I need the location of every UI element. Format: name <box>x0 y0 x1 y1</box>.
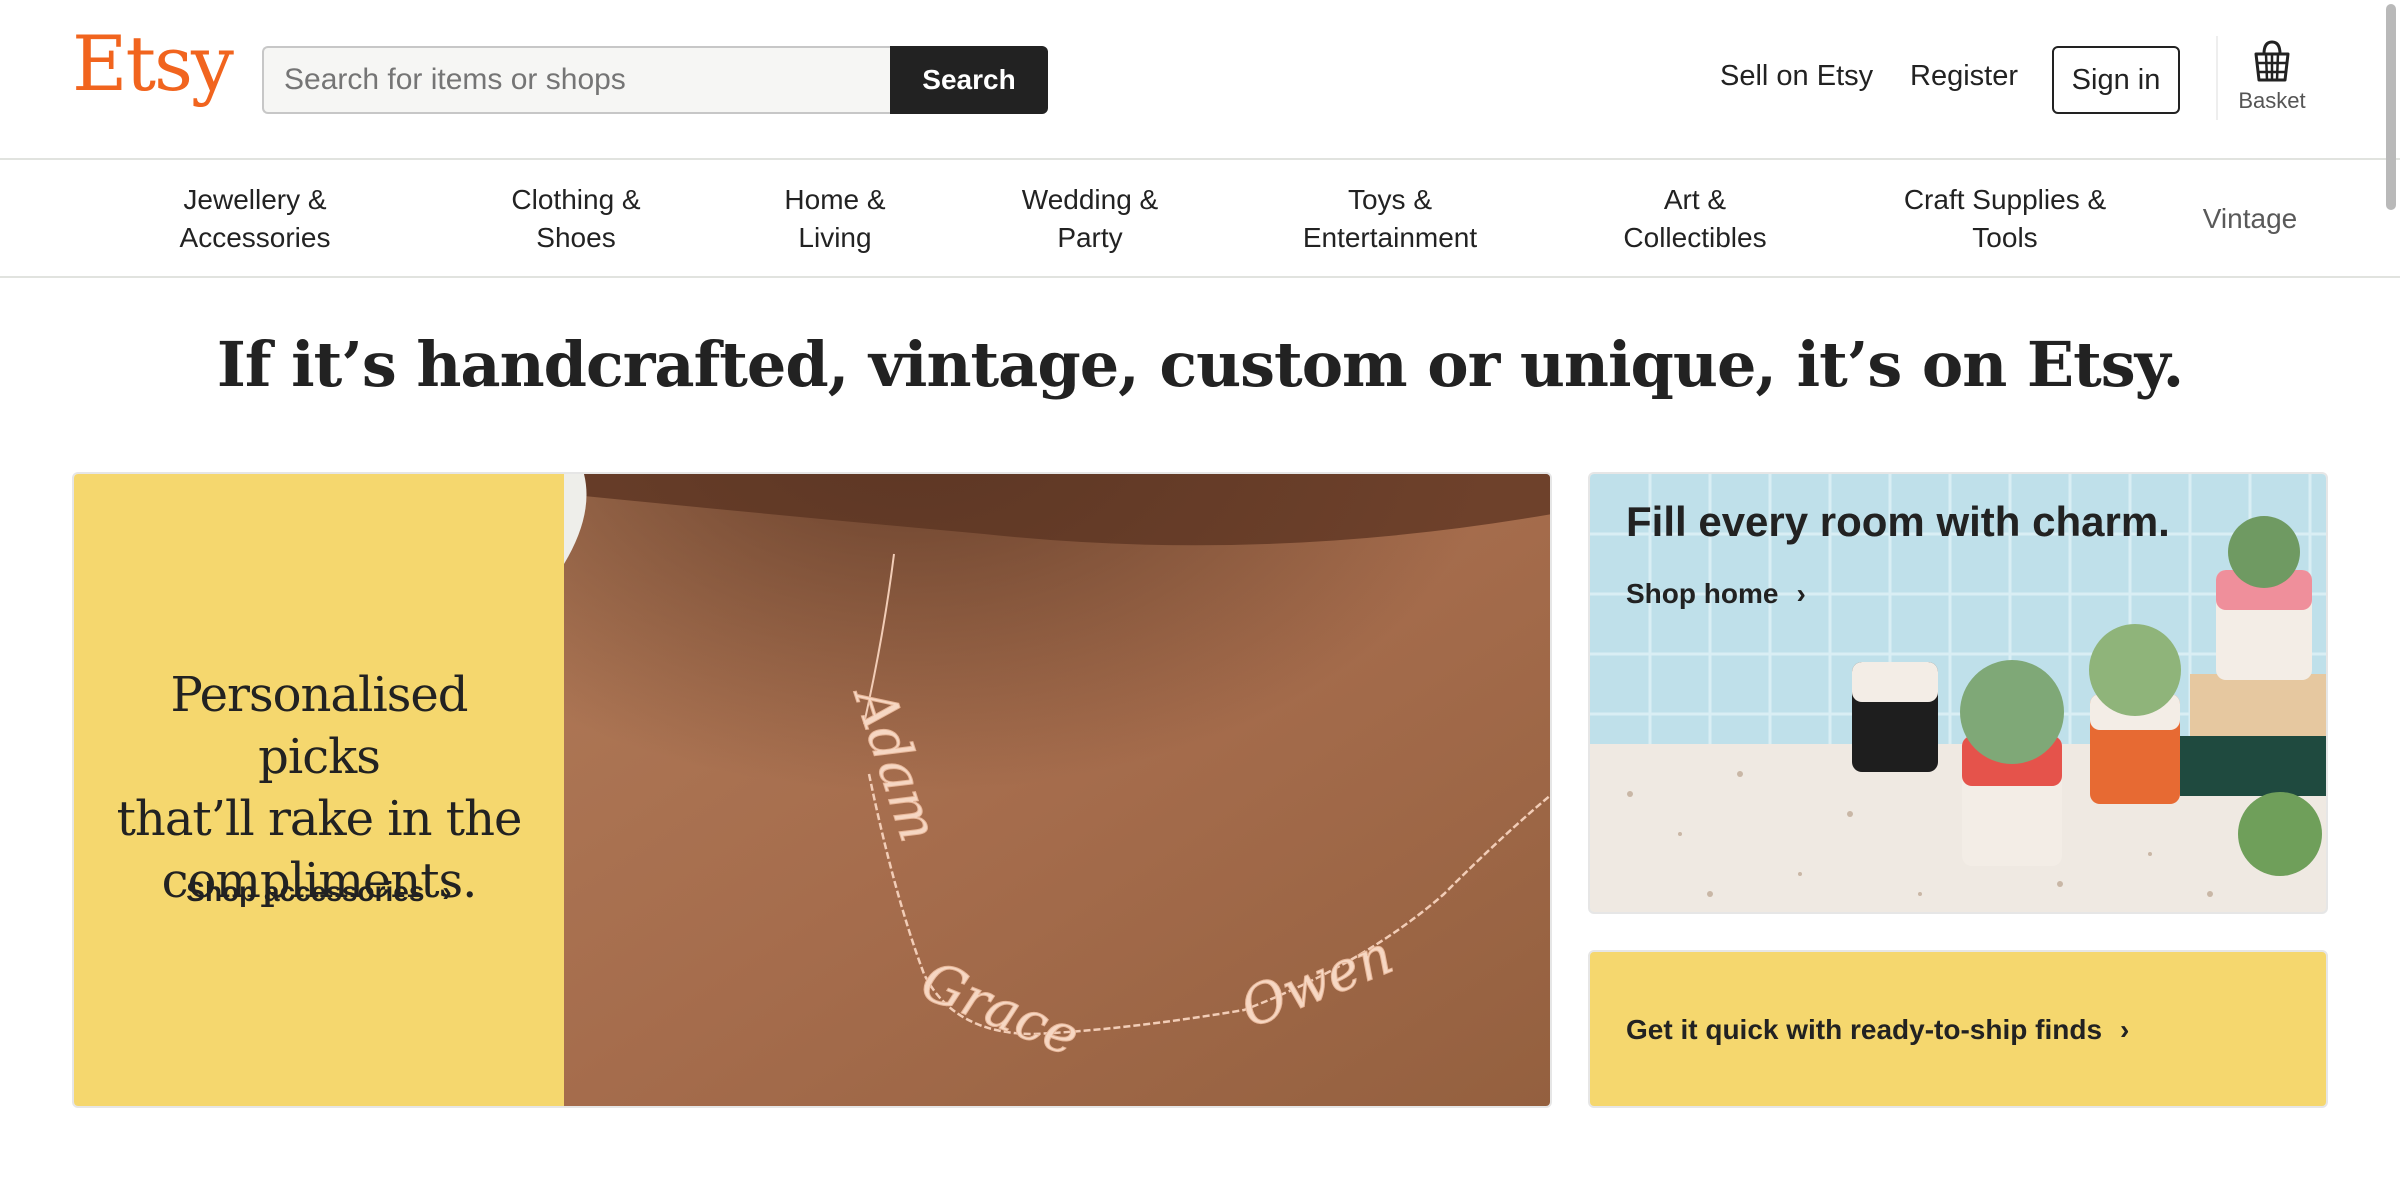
category-clothing-shoes[interactable]: Clothing & Shoes <box>476 160 676 278</box>
search-button[interactable]: Search <box>890 46 1048 114</box>
category-nav: Jewellery & Accessories Clothing & Shoes H… <box>0 160 2400 278</box>
category-jewellery-accessories[interactable]: Jewellery & Accessories <box>150 160 360 278</box>
promo-heading: Personalised picks that’ll rake in the c… <box>116 667 523 909</box>
accessories-promo-card[interactable]: Personalised picks that’ll rake in the c… <box>72 472 1552 1108</box>
hero-tagline: If it’s handcrafted, vintage, custom or … <box>216 328 2184 401</box>
necklace-photo: Adam Grace Owen <box>564 474 1550 1106</box>
category-toys-entertainment[interactable]: Toys & Entertainment <box>1270 160 1510 278</box>
etsy-logo[interactable]: Etsy <box>72 26 234 102</box>
home-promo-card[interactable]: Fill every room with charm. Shop home › <box>1588 472 2328 914</box>
category-wedding-party[interactable]: Wedding & Party <box>990 160 1190 278</box>
basket-icon <box>2254 40 2290 82</box>
sign-in-button[interactable]: Sign in <box>2052 46 2180 114</box>
search-form: Search <box>262 46 1048 114</box>
search-input[interactable] <box>262 46 890 114</box>
category-craft-supplies-tools[interactable]: Craft Supplies & Tools <box>1880 160 2130 278</box>
shop-home-link[interactable]: Shop home › <box>1626 578 1806 610</box>
chevron-right-icon: › <box>2120 1014 2130 1045</box>
category-art-collectibles[interactable]: Art & Collectibles <box>1590 160 1800 278</box>
header-divider <box>2216 36 2218 120</box>
register-link[interactable]: Register <box>1910 60 2018 93</box>
category-vintage[interactable]: Vintage <box>2180 160 2320 278</box>
ready-to-ship-link[interactable]: Get it quick with ready-to-ship finds › <box>1626 1014 2129 1046</box>
category-home-living[interactable]: Home & Living <box>755 160 915 278</box>
chevron-right-icon: › <box>1796 578 1806 609</box>
basket-button[interactable]: Basket <box>2224 38 2320 114</box>
sell-on-etsy-link[interactable]: Sell on Etsy <box>1720 60 1873 93</box>
basket-label: Basket <box>2238 88 2306 113</box>
ready-to-ship-card[interactable]: Get it quick with ready-to-ship finds › <box>1588 950 2328 1108</box>
site-header: Etsy Search Sell on Etsy Register Sign i… <box>0 0 2400 210</box>
home-card-heading: Fill every room with charm. <box>1626 498 2170 545</box>
chevron-right-icon: › <box>442 876 452 907</box>
shop-accessories-link[interactable]: Shop accessories › <box>74 876 564 908</box>
promo-text-panel: Personalised picks that’ll rake in the c… <box>74 474 564 1106</box>
